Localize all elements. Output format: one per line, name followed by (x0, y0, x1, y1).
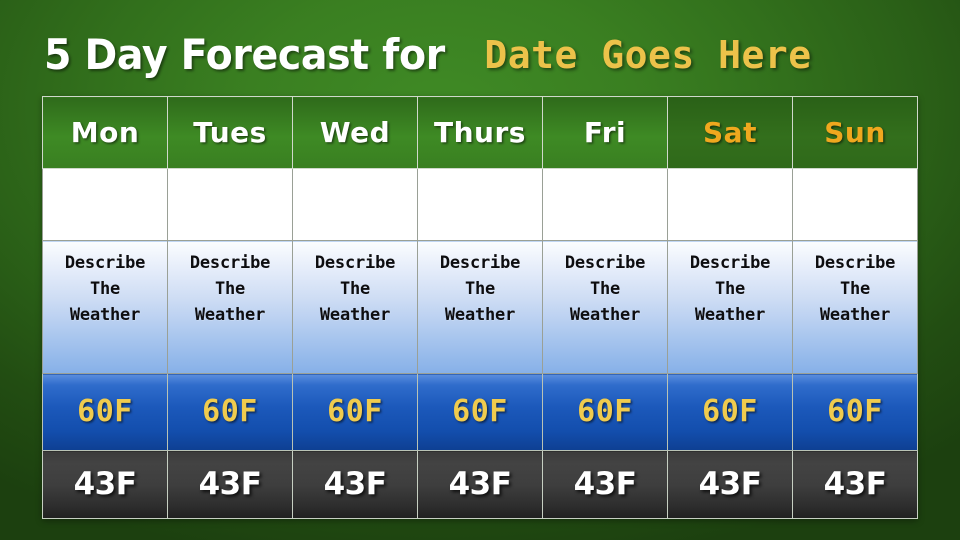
low-temp-cell-thurs[interactable]: 43F (417, 450, 543, 519)
day-header-cell-tues[interactable]: Tues (167, 96, 293, 169)
describe-line-2: The (214, 279, 246, 300)
describe-weather-text: Describe The Weather (669, 251, 792, 328)
low-temp-value: 43F (823, 466, 887, 502)
weather-icon-cell-wed[interactable] (292, 168, 418, 241)
describe-weather-cell-sat[interactable]: Describe The Weather (667, 240, 793, 374)
describe-weather-cell-wed[interactable]: Describe The Weather (292, 240, 418, 374)
low-temp-value: 43F (448, 466, 512, 502)
weather-icon-row (42, 168, 918, 241)
day-header-cell-thurs[interactable]: Thurs (417, 96, 543, 169)
day-header-cell-wed[interactable]: Wed (292, 96, 418, 169)
high-temp-value: 60F (577, 394, 633, 429)
weather-icon-cell-sun[interactable] (792, 168, 918, 241)
weather-icon-cell-sat[interactable] (667, 168, 793, 241)
describe-line-2: The (464, 279, 496, 300)
describe-line-3: Weather (444, 304, 516, 325)
describe-weather-cell-mon[interactable]: Describe The Weather (42, 240, 168, 374)
describe-weather-text: Describe The Weather (294, 251, 417, 328)
high-temp-cell-sat[interactable]: 60F (667, 373, 793, 451)
describe-weather-cell-sun[interactable]: Describe The Weather (792, 240, 918, 374)
describe-line-3: Weather (319, 304, 391, 325)
day-header-cell-sat[interactable]: Sat (667, 96, 793, 169)
describe-weather-text: Describe The Weather (544, 251, 667, 328)
day-header-row: Mon Tues Wed Thurs Fri Sat Sun (42, 96, 918, 169)
high-temp-cell-thurs[interactable]: 60F (417, 373, 543, 451)
describe-line-1: Describe (64, 253, 146, 274)
high-temp-row: 60F 60F 60F 60F 60F 60F 60F (42, 373, 918, 451)
forecast-table: Mon Tues Wed Thurs Fri Sat Sun Describe The Weat… (42, 96, 918, 519)
day-label: Tues (193, 115, 267, 149)
describe-weather-row: Describe The Weather Describe The Weather Desc… (42, 240, 918, 374)
low-temp-value: 43F (573, 466, 637, 502)
low-temp-value: 43F (323, 466, 387, 502)
day-label: Sun (824, 115, 886, 149)
describe-weather-text: Describe The Weather (794, 251, 917, 328)
describe-line-1: Describe (189, 253, 271, 274)
describe-line-3: Weather (569, 304, 641, 325)
weather-icon-cell-tues[interactable] (167, 168, 293, 241)
weather-icon-cell-mon[interactable] (42, 168, 168, 241)
describe-line-2: The (839, 279, 871, 300)
describe-line-1: Describe (564, 253, 646, 274)
page-title-static: 5 Day Forecast for (44, 30, 445, 79)
high-temp-value: 60F (827, 394, 883, 429)
describe-line-1: Describe (314, 253, 396, 274)
describe-line-2: The (589, 279, 621, 300)
describe-line-1: Describe (814, 253, 896, 274)
low-temp-cell-fri[interactable]: 43F (542, 450, 668, 519)
low-temp-value: 43F (73, 466, 137, 502)
high-temp-value: 60F (702, 394, 758, 429)
describe-line-2: The (714, 279, 746, 300)
describe-line-2: The (89, 279, 121, 300)
high-temp-cell-tues[interactable]: 60F (167, 373, 293, 451)
low-temp-value: 43F (698, 466, 762, 502)
low-temp-row: 43F 43F 43F 43F 43F 43F 43F (42, 450, 918, 519)
day-header-cell-mon[interactable]: Mon (42, 96, 168, 169)
high-temp-value: 60F (327, 394, 383, 429)
low-temp-cell-tues[interactable]: 43F (167, 450, 293, 519)
describe-weather-cell-thurs[interactable]: Describe The Weather (417, 240, 543, 374)
describe-line-1: Describe (439, 253, 521, 274)
describe-weather-text: Describe The Weather (419, 251, 542, 328)
describe-line-2: The (339, 279, 371, 300)
describe-line-3: Weather (819, 304, 891, 325)
day-label: Mon (70, 115, 140, 149)
describe-weather-cell-fri[interactable]: Describe The Weather (542, 240, 668, 374)
low-temp-cell-sat[interactable]: 43F (667, 450, 793, 519)
day-label: Thurs (434, 115, 526, 149)
high-temp-value: 60F (77, 394, 133, 429)
describe-line-3: Weather (69, 304, 141, 325)
page-title: 5 Day Forecast for Date Goes Here (44, 24, 924, 86)
high-temp-cell-wed[interactable]: 60F (292, 373, 418, 451)
weather-icon-cell-thurs[interactable] (417, 168, 543, 241)
page-title-date-placeholder[interactable]: Date Goes Here (484, 36, 811, 74)
describe-weather-text: Describe The Weather (44, 251, 167, 328)
high-temp-value: 60F (452, 394, 508, 429)
low-temp-cell-wed[interactable]: 43F (292, 450, 418, 519)
describe-weather-text: Describe The Weather (169, 251, 292, 328)
describe-weather-cell-tues[interactable]: Describe The Weather (167, 240, 293, 374)
high-temp-value: 60F (202, 394, 258, 429)
weather-icon-cell-fri[interactable] (542, 168, 668, 241)
low-temp-cell-sun[interactable]: 43F (792, 450, 918, 519)
day-label: Wed (319, 115, 391, 149)
high-temp-cell-sun[interactable]: 60F (792, 373, 918, 451)
day-label: Fri (583, 115, 627, 149)
high-temp-cell-fri[interactable]: 60F (542, 373, 668, 451)
low-temp-cell-mon[interactable]: 43F (42, 450, 168, 519)
low-temp-value: 43F (198, 466, 262, 502)
describe-line-3: Weather (694, 304, 766, 325)
day-label: Sat (703, 115, 757, 149)
day-header-cell-fri[interactable]: Fri (542, 96, 668, 169)
describe-line-3: Weather (194, 304, 266, 325)
day-header-cell-sun[interactable]: Sun (792, 96, 918, 169)
high-temp-cell-mon[interactable]: 60F (42, 373, 168, 451)
forecast-table-body: Mon Tues Wed Thurs Fri Sat Sun Describe The Weat… (42, 96, 918, 519)
describe-line-1: Describe (689, 253, 771, 274)
